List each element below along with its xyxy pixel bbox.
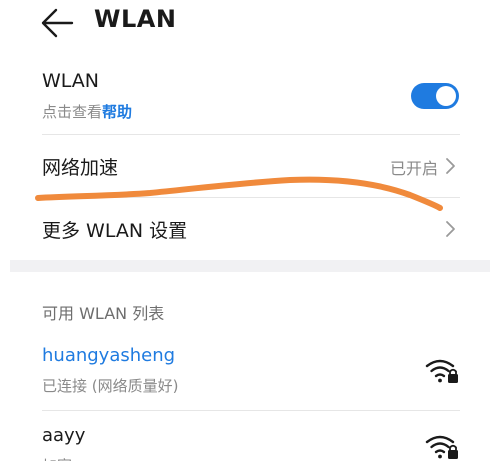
help-link[interactable]: 帮助 [102,103,132,121]
wlan-settings-page: WLAN WLAN 点击查看帮助 网络加速 已开启 更多 WLAN 设置 可用 … [0,0,500,461]
network-ssid: aayy [42,425,86,446]
back-button[interactable] [38,6,78,40]
network-list-item[interactable]: huangyasheng 已连接 (网络质量好) [42,345,460,407]
chevron-right-icon [444,220,456,238]
network-acceleration-status: 已开启 [389,159,438,178]
wlan-label: WLAN [42,70,100,92]
network-status: 加密 [42,455,72,461]
wlan-help-text: 点击查看帮助 [42,101,132,122]
wlan-help-prefix: 点击查看 [42,103,103,121]
network-ssid: huangyasheng [42,345,176,366]
wifi-locked-icon [424,433,460,461]
more-wlan-settings-row[interactable]: 更多 WLAN 设置 [42,198,460,258]
network-list-item[interactable]: aayy 加密 [42,425,460,461]
section-separator [10,260,490,272]
header: WLAN [0,0,500,50]
more-wlan-settings-label: 更多 WLAN 设置 [42,220,188,242]
page-title: WLAN [94,5,177,33]
network-status: 已连接 (网络质量好) [42,377,179,395]
available-networks-header: 可用 WLAN 列表 [42,304,165,323]
toggle-knob [436,86,456,106]
wifi-locked-icon [424,357,460,385]
network-acceleration-label: 网络加速 [42,157,119,179]
wlan-toggle-row[interactable]: WLAN 点击查看帮助 [42,70,460,134]
chevron-right-icon [444,157,456,175]
network-acceleration-row[interactable]: 网络加速 已开启 [42,135,460,197]
divider [42,410,460,411]
wlan-toggle-switch[interactable] [411,83,459,109]
back-arrow-icon [41,8,74,38]
